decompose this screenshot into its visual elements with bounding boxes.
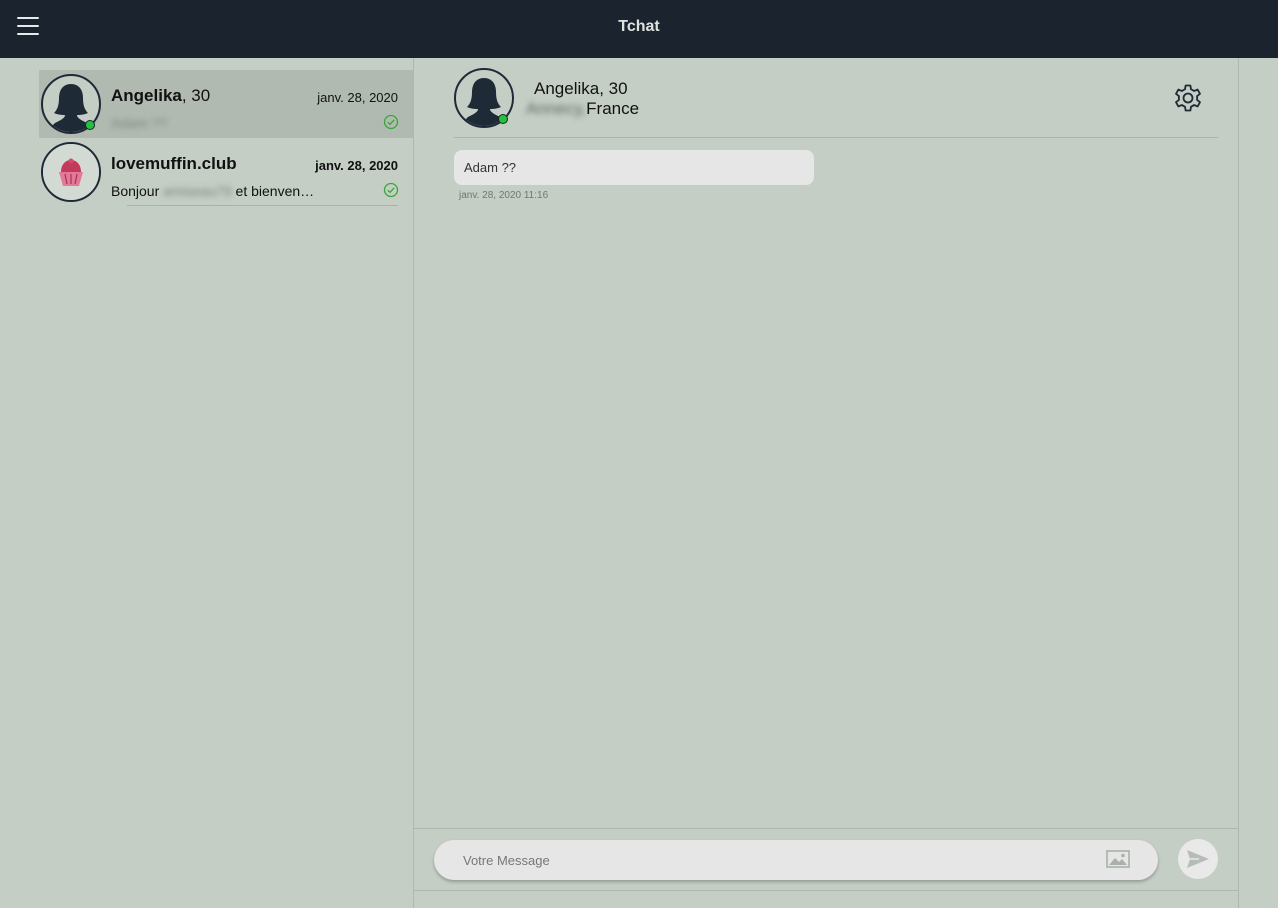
conversation-list: Angelika, 30 janv. 28, 2020 Adam ?? love… [0,58,414,908]
message-input-wrapper [434,840,1158,880]
gear-icon[interactable] [1172,82,1204,114]
conversation-preview: Bonjour amiseau79 et bienven… [111,183,315,199]
image-icon[interactable] [1106,849,1130,869]
contact-location: Annecy, France [526,99,640,118]
conversation-name: Angelika, 30 [111,86,211,105]
message-timestamp: janv. 28, 2020 11:16 [459,190,549,201]
online-indicator [85,120,95,130]
conversation-preview: Adam ?? [111,115,168,131]
top-bar: Tchat [0,0,1278,58]
avatar [41,142,101,202]
message-composer [414,828,1239,891]
check-circle-icon [383,182,399,198]
message-bubble: Adam ?? [454,150,814,185]
chat-panel: Angelika, 30 Annecy, France Adam ?? janv… [414,58,1239,908]
app-title: Tchat [618,18,660,35]
online-indicator [498,114,508,124]
message-input[interactable] [463,840,1083,880]
chat-header: Angelika, 30 Annecy, France [454,58,1218,138]
send-icon [1187,850,1209,868]
divider [127,205,398,206]
conversation-item-lovemuffin[interactable]: lovemuffin.club janv. 28, 2020 Bonjour a… [39,138,413,206]
send-button[interactable] [1178,839,1218,879]
conversation-name: lovemuffin.club [111,154,237,173]
conversation-date: janv. 28, 2020 [317,90,398,105]
conversation-date: janv. 28, 2020 [315,158,398,173]
lovemuffin-logo-icon [43,144,99,200]
contact-name: Angelika, 30 [534,79,628,98]
check-circle-icon [383,114,399,130]
conversation-item-angelika[interactable]: Angelika, 30 janv. 28, 2020 Adam ?? [39,70,413,138]
